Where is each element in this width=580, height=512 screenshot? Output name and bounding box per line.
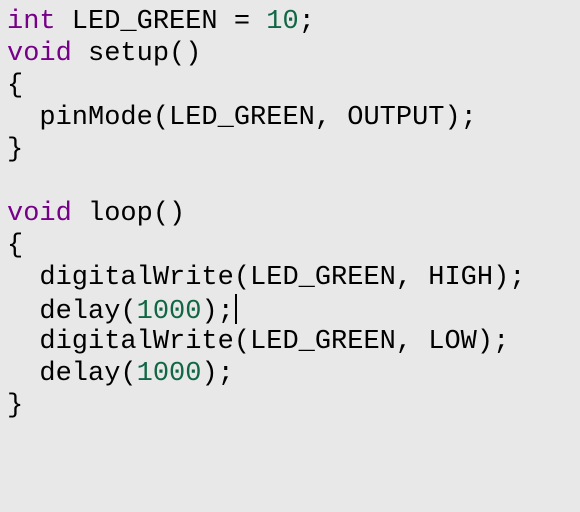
code-line-5[interactable]: } xyxy=(7,134,580,166)
code-editor[interactable]: int LED_GREEN = 10; void setup() { pinMo… xyxy=(0,0,580,512)
code-line-12[interactable]: delay(1000); xyxy=(7,358,580,390)
code-line-1[interactable]: int LED_GREEN = 10; xyxy=(7,6,580,38)
code-line-10[interactable]: delay(1000); xyxy=(7,294,580,327)
code-text: ); xyxy=(201,297,234,327)
code-text: digitalWrite(LED_GREEN, HIGH); xyxy=(7,263,526,293)
code-text: setup() xyxy=(71,39,202,69)
code-text: delay( xyxy=(7,297,137,327)
code-text: ); xyxy=(201,359,234,389)
code-line-8[interactable]: { xyxy=(7,230,580,262)
code-line-2[interactable]: void setup() xyxy=(7,38,580,70)
code-text: { xyxy=(7,231,24,261)
keyword-token: void xyxy=(7,39,72,69)
code-text: LED_GREEN = xyxy=(55,7,267,37)
code-line-4[interactable]: pinMode(LED_GREEN, OUTPUT); xyxy=(7,102,580,134)
code-line-11[interactable]: digitalWrite(LED_GREEN, LOW); xyxy=(7,326,580,358)
code-text: } xyxy=(7,391,24,421)
text-cursor xyxy=(234,294,237,324)
code-text: ; xyxy=(298,7,315,37)
number-token: 10 xyxy=(266,7,299,37)
code-text: delay( xyxy=(7,359,137,389)
code-line-13[interactable]: } xyxy=(7,390,580,422)
code-line-3[interactable]: { xyxy=(7,70,580,102)
code-text: { xyxy=(7,71,24,101)
number-token: 1000 xyxy=(136,359,202,389)
code-line-6[interactable] xyxy=(7,166,580,198)
code-line-9[interactable]: digitalWrite(LED_GREEN, HIGH); xyxy=(7,262,580,294)
code-text: digitalWrite(LED_GREEN, LOW); xyxy=(7,327,510,357)
keyword-token: int xyxy=(7,7,56,37)
keyword-token: void xyxy=(7,199,72,229)
code-text: pinMode(LED_GREEN, OUTPUT); xyxy=(7,103,477,133)
number-token: 1000 xyxy=(136,297,202,327)
code-text: } xyxy=(7,135,24,165)
code-line-7[interactable]: void loop() xyxy=(7,198,580,230)
code-text: loop() xyxy=(71,199,186,229)
